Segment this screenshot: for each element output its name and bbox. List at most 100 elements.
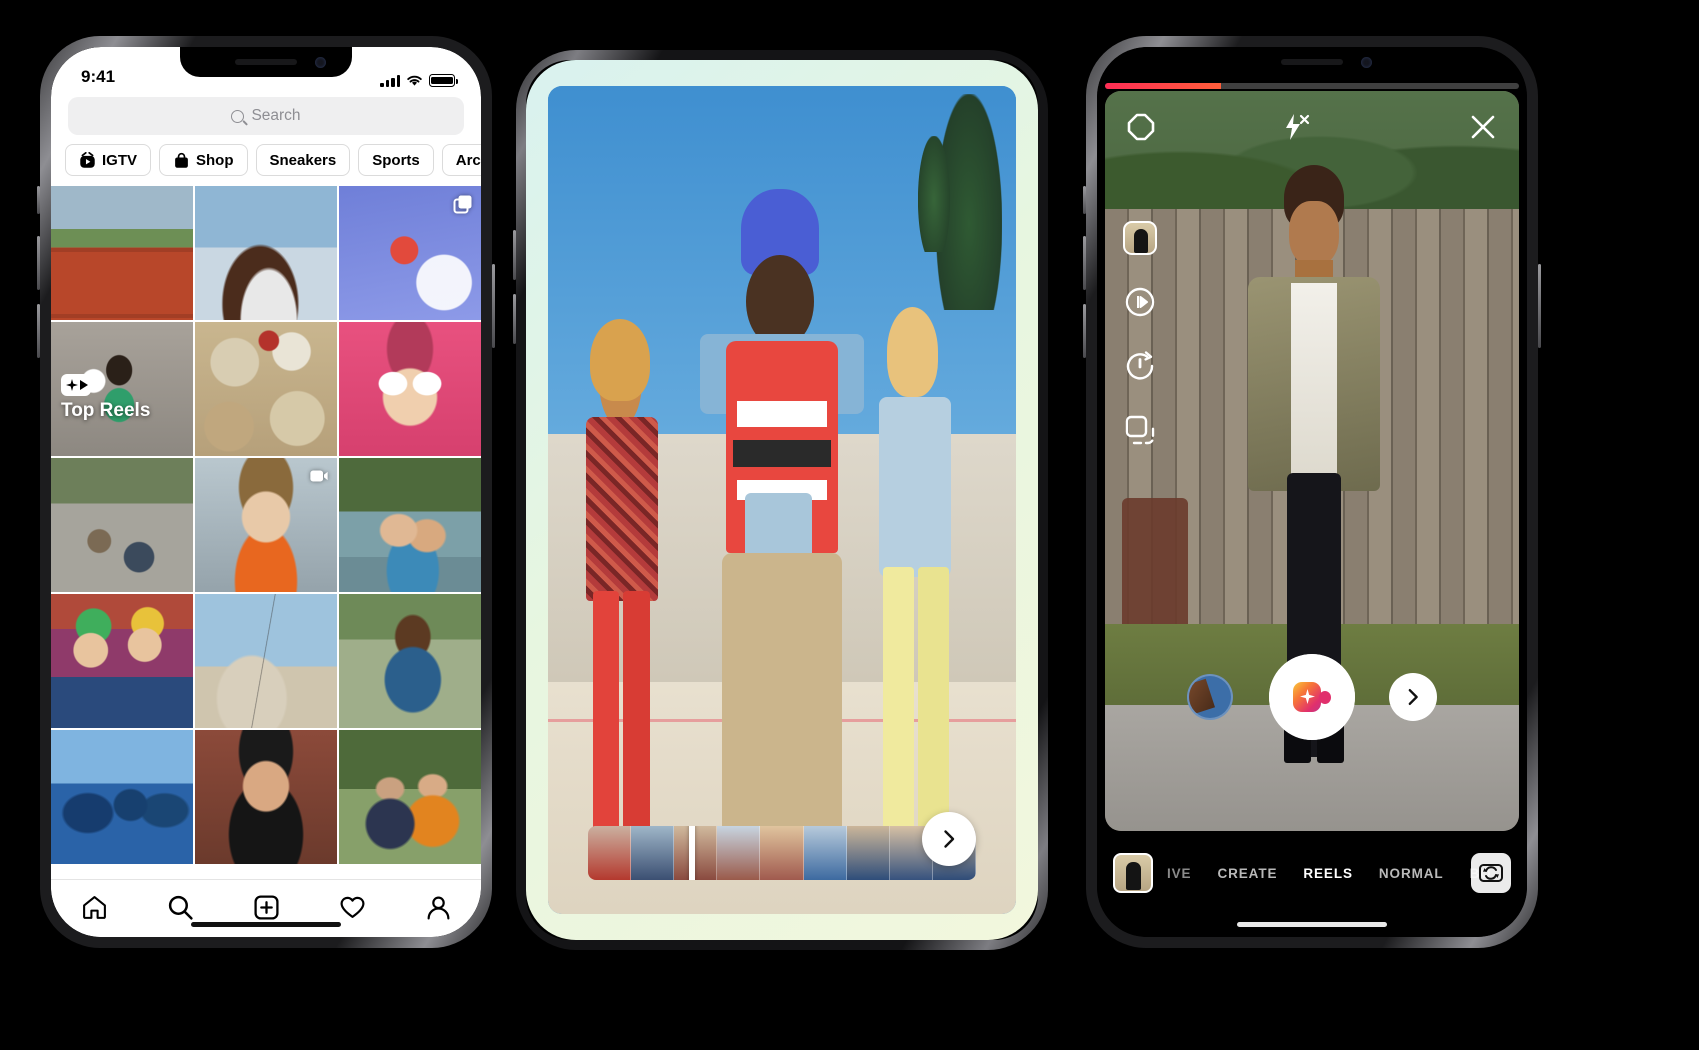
filmstrip-frame[interactable] bbox=[846, 826, 890, 880]
notch bbox=[1226, 47, 1398, 77]
tree-decor-small bbox=[917, 135, 951, 252]
flash-off-icon[interactable] bbox=[1280, 112, 1310, 142]
grid-tile[interactable] bbox=[339, 730, 481, 864]
chip-label: Shop bbox=[196, 151, 234, 169]
search-icon[interactable] bbox=[167, 894, 194, 921]
person-icon[interactable] bbox=[425, 894, 452, 921]
status-time: 9:41 bbox=[81, 67, 116, 86]
filmstrip-frame[interactable] bbox=[803, 826, 847, 880]
close-x-icon[interactable] bbox=[1469, 113, 1497, 141]
shop-bag-icon bbox=[175, 152, 188, 168]
bottom-tab-bar[interactable] bbox=[51, 879, 481, 937]
next-button[interactable] bbox=[1389, 673, 1437, 721]
earpiece-speaker bbox=[1281, 59, 1343, 65]
top-reels-tag[interactable]: Top Reels bbox=[61, 374, 150, 422]
camera-shutter-row[interactable] bbox=[1105, 654, 1519, 740]
cellular-signal-icon bbox=[380, 75, 400, 87]
recording-progress-bar bbox=[1105, 83, 1519, 89]
gallery-button[interactable] bbox=[1113, 853, 1153, 893]
grid-tile[interactable] bbox=[51, 458, 193, 592]
camera-viewfinder[interactable] bbox=[1105, 91, 1519, 831]
category-chip-row[interactable]: IGTV Shop Sneakers Sports Arc bbox=[51, 144, 481, 186]
mode-live[interactable]: IVE bbox=[1167, 866, 1191, 881]
reels-video[interactable] bbox=[548, 86, 1016, 914]
power-button[interactable] bbox=[492, 264, 495, 348]
volume-up-button[interactable] bbox=[37, 236, 40, 290]
grid-tile[interactable] bbox=[339, 322, 481, 456]
volume-down-button[interactable] bbox=[37, 304, 40, 358]
chip-label: Sneakers bbox=[269, 151, 337, 169]
dancer-left bbox=[576, 319, 679, 848]
mode-create[interactable]: CREATE bbox=[1217, 866, 1277, 881]
filmstrip-frame[interactable] bbox=[717, 826, 761, 880]
chip-igtv[interactable]: IGTV bbox=[65, 144, 152, 176]
volume-up-button[interactable] bbox=[1083, 236, 1086, 290]
mode-normal[interactable]: NORMAL bbox=[1379, 866, 1444, 881]
plus-square-icon[interactable] bbox=[253, 894, 280, 921]
mode-list[interactable]: IVE CREATE REELS NORMAL BO bbox=[1113, 866, 1511, 881]
gear-octagon-icon[interactable] bbox=[1127, 113, 1155, 141]
effects-button[interactable] bbox=[1123, 221, 1157, 255]
grid-tile[interactable]: Top Reels bbox=[51, 322, 193, 456]
home-icon[interactable] bbox=[81, 894, 108, 921]
filmstrip-frame[interactable] bbox=[674, 826, 718, 880]
volume-down-button[interactable] bbox=[513, 294, 516, 344]
dancer-center bbox=[688, 188, 875, 865]
phone-camera: IVE CREATE REELS NORMAL BO bbox=[1083, 36, 1541, 948]
search-placeholder: Search bbox=[251, 107, 301, 124]
video-icon bbox=[310, 470, 328, 482]
grid-tile[interactable] bbox=[339, 594, 481, 728]
camera-top-toolbar[interactable] bbox=[1105, 99, 1519, 155]
reels-camera-icon bbox=[61, 374, 91, 396]
heart-icon[interactable] bbox=[339, 894, 366, 921]
flip-camera-button[interactable] bbox=[1471, 853, 1511, 893]
chevron-right-icon bbox=[944, 830, 955, 848]
speed-button[interactable] bbox=[1123, 285, 1157, 319]
camera-mode-bar[interactable]: IVE CREATE REELS NORMAL BO bbox=[1097, 851, 1527, 895]
grid-tile[interactable] bbox=[339, 458, 481, 592]
search-input[interactable]: Search bbox=[68, 97, 464, 135]
grid-tile[interactable] bbox=[195, 730, 337, 864]
record-button[interactable] bbox=[1269, 654, 1355, 740]
effects-thumbnail-icon bbox=[1123, 221, 1157, 255]
volume-up-button[interactable] bbox=[513, 230, 516, 280]
reels-preview-screen bbox=[526, 60, 1038, 940]
next-button[interactable] bbox=[922, 812, 976, 866]
filmstrip-frame[interactable] bbox=[631, 826, 675, 880]
gallery-thumbnail-icon[interactable] bbox=[1187, 674, 1233, 720]
timer-button[interactable] bbox=[1123, 349, 1157, 383]
filmstrip-frame[interactable] bbox=[760, 826, 804, 880]
camera-side-toolbar[interactable] bbox=[1123, 221, 1157, 447]
home-indicator bbox=[191, 922, 341, 927]
mute-switch[interactable] bbox=[1083, 186, 1086, 214]
grid-tile[interactable] bbox=[51, 186, 193, 320]
timeline-filmstrip[interactable] bbox=[588, 826, 976, 880]
chip-sports[interactable]: Sports bbox=[358, 144, 434, 176]
recording-progress-fill bbox=[1105, 83, 1221, 89]
grid-tile[interactable] bbox=[51, 730, 193, 864]
align-layers-icon bbox=[1125, 415, 1155, 445]
timeline-playhead[interactable] bbox=[688, 826, 695, 880]
grid-tile[interactable] bbox=[195, 594, 337, 728]
grid-tile[interactable] bbox=[51, 594, 193, 728]
power-button[interactable] bbox=[1538, 264, 1541, 348]
mute-switch[interactable] bbox=[37, 186, 40, 214]
explore-screen: 9:41 Search IGTV Shop Sneakers Sports Ar… bbox=[51, 47, 481, 937]
chip-shop[interactable]: Shop bbox=[159, 144, 248, 176]
phone-explore: 9:41 Search IGTV Shop Sneakers Sports Ar… bbox=[37, 36, 495, 948]
grid-tile[interactable] bbox=[195, 186, 337, 320]
chevron-right-icon bbox=[1408, 689, 1418, 705]
wifi-icon bbox=[407, 75, 422, 86]
grid-tile[interactable] bbox=[195, 458, 337, 592]
chip-label: Architect bbox=[455, 151, 481, 169]
align-button[interactable] bbox=[1123, 413, 1157, 447]
grid-tile[interactable] bbox=[339, 186, 481, 320]
filmstrip-frame[interactable] bbox=[588, 826, 632, 880]
grid-tile[interactable] bbox=[195, 322, 337, 456]
chip-label: Sports bbox=[372, 151, 420, 169]
chip-sneakers[interactable]: Sneakers bbox=[255, 144, 351, 176]
front-camera bbox=[1361, 57, 1372, 68]
volume-down-button[interactable] bbox=[1083, 304, 1086, 358]
chip-architecture[interactable]: Architect bbox=[441, 144, 481, 176]
mode-reels[interactable]: REELS bbox=[1303, 866, 1353, 881]
